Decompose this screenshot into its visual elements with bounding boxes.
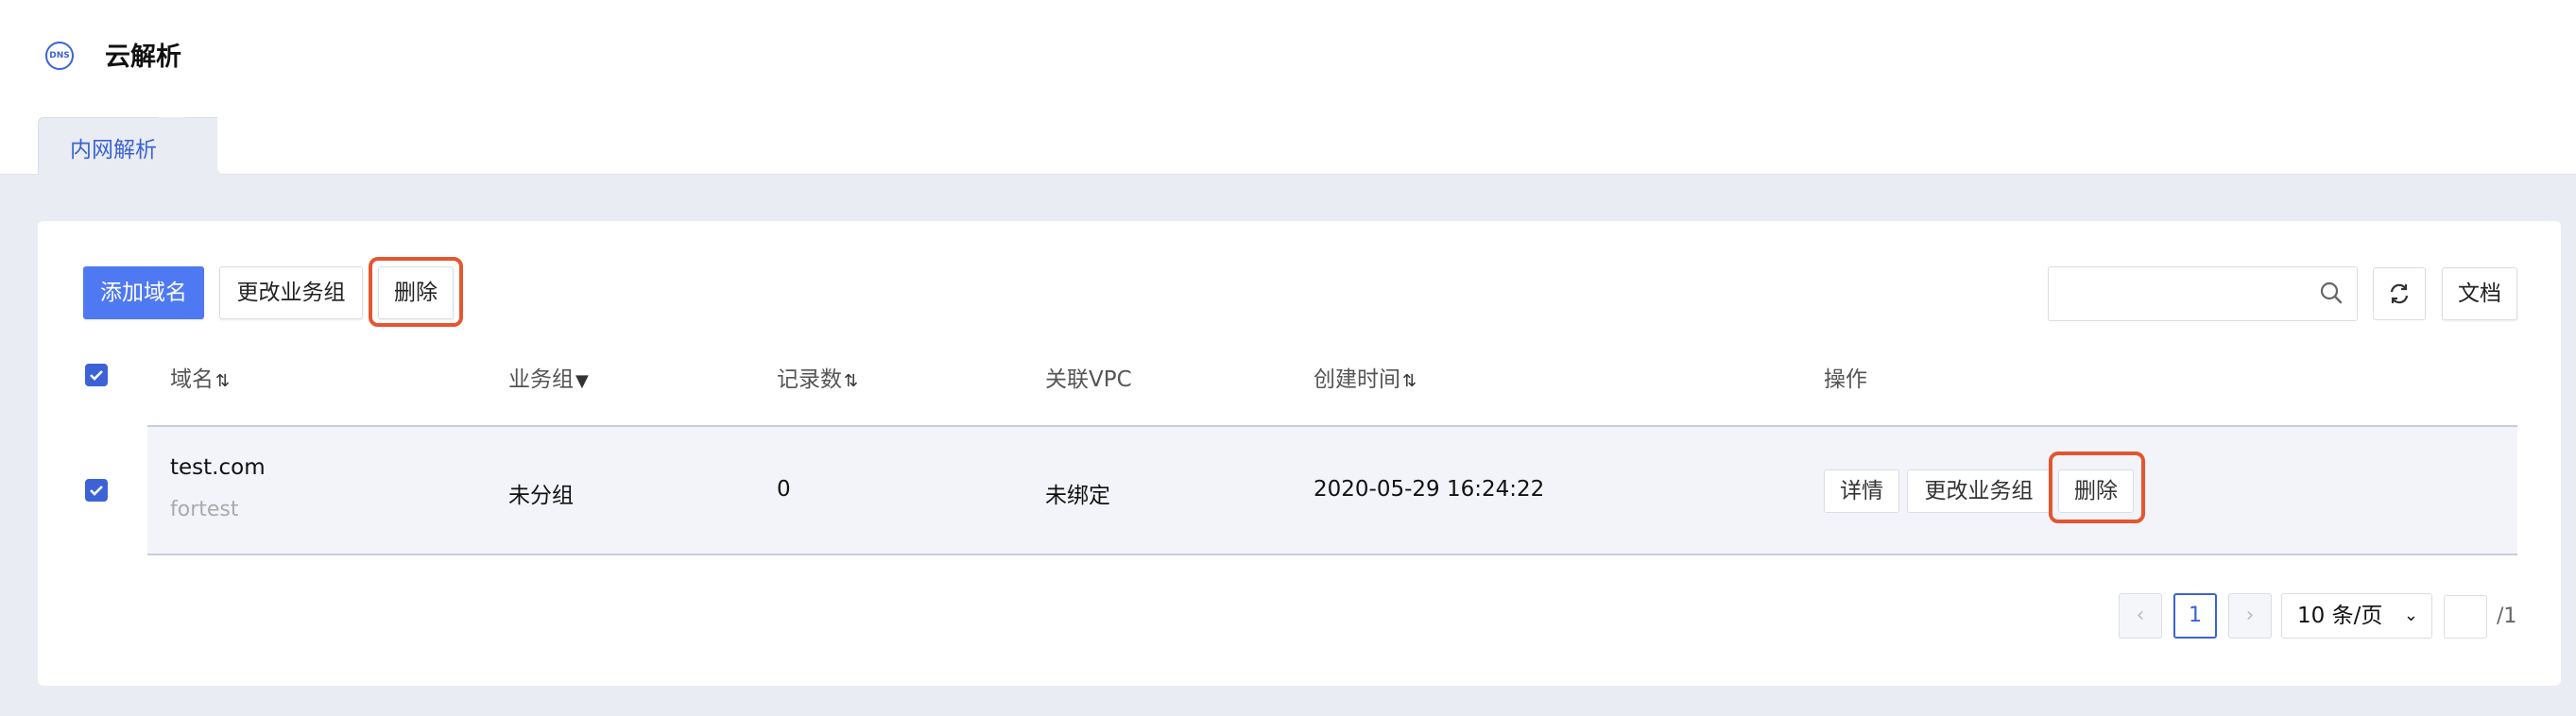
column-header-label: 记录数 — [777, 367, 842, 392]
delete-button-highlight — [369, 257, 463, 327]
row-checkbox[interactable] — [85, 479, 108, 502]
page-1-button[interactable]: 1 — [2173, 593, 2217, 639]
chevron-right-icon: › — [2245, 604, 2255, 627]
select-all-checkbox[interactable] — [85, 364, 108, 386]
business-group: 未分组 — [508, 484, 574, 508]
column-header-vpc: 关联VPC — [1045, 361, 1132, 393]
row-delete-button-highlight — [2049, 452, 2145, 523]
top-header: DNS 云解析 内网解析 — [0, 0, 2576, 175]
add-domain-button[interactable]: 添加域名 — [83, 266, 204, 319]
column-header-label: 关联VPC — [1045, 367, 1132, 392]
filter-icon[interactable]: ▼ — [575, 371, 589, 391]
sort-icon[interactable]: ⇅ — [844, 371, 858, 391]
domain-remark: fortest — [170, 498, 239, 521]
column-header-actions: 操作 — [1824, 361, 1867, 393]
vpc-status: 未绑定 — [1045, 484, 1110, 508]
page-size-select[interactable]: 10 条/页 ⌄ — [2281, 593, 2432, 639]
change-group-button[interactable]: 更改业务组 — [219, 266, 363, 319]
column-header-group[interactable]: 业务组 ▼ — [508, 361, 589, 393]
dns-logo-icon: DNS — [45, 42, 74, 70]
column-header-label: 域名 — [170, 367, 214, 392]
search-icon[interactable] — [2319, 281, 2344, 305]
refresh-icon — [2390, 283, 2409, 304]
sort-icon[interactable]: ⇅ — [1402, 371, 1417, 391]
page-jump-input[interactable] — [2444, 595, 2487, 639]
column-header-label: 创建时间 — [1314, 367, 1400, 392]
column-header-created[interactable]: 创建时间 ⇅ — [1314, 361, 1417, 393]
sort-icon[interactable]: ⇅ — [215, 371, 230, 391]
record-count: 0 — [777, 477, 791, 502]
column-header-record-count[interactable]: 记录数 ⇅ — [777, 361, 858, 393]
page-total: /1 — [2497, 605, 2517, 628]
domain-name[interactable]: test.com — [170, 455, 266, 480]
column-header-label: 业务组 — [508, 367, 574, 392]
chevron-left-icon: ‹ — [2136, 604, 2145, 627]
tab-label[interactable]: 内网解析 — [70, 131, 157, 163]
column-header-label: 操作 — [1824, 367, 1867, 392]
row-change-group-button[interactable]: 更改业务组 — [1907, 469, 2051, 513]
detail-button[interactable]: 详情 — [1824, 469, 1899, 513]
docs-button[interactable]: 文档 — [2442, 267, 2517, 320]
next-page-button[interactable]: › — [2228, 593, 2272, 639]
prev-page-button[interactable]: ‹ — [2119, 593, 2162, 639]
page-title: 云解析 — [105, 43, 181, 72]
created-time: 2020-05-29 16:24:22 — [1314, 477, 1545, 502]
column-header-domain[interactable]: 域名 ⇅ — [170, 361, 230, 393]
page-size-label: 10 条/页 — [2297, 604, 2383, 628]
refresh-button[interactable] — [2373, 267, 2426, 320]
check-icon — [90, 486, 103, 496]
chevron-down-icon: ⌄ — [2403, 605, 2418, 625]
search-input[interactable] — [2048, 266, 2358, 321]
check-icon — [90, 370, 103, 381]
